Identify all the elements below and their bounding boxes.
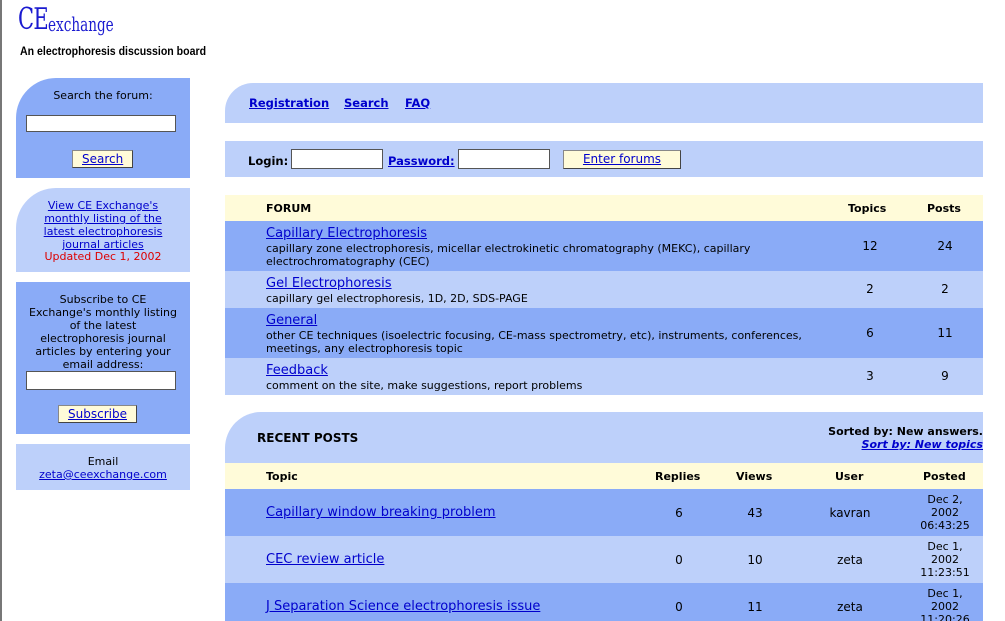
sort-by-new-topics-link[interactable]: Sort by: New topics — [862, 438, 983, 451]
forum-title-link[interactable]: Capillary Electrophoresis — [266, 226, 427, 241]
sorted-by-label: Sorted by: New answers. — [828, 425, 983, 438]
recent-posts-bar: RECENT POSTS Sorted by: New answers. Sor… — [225, 412, 983, 463]
post-topic-link[interactable]: J Separation Science electrophoresis iss… — [266, 599, 540, 614]
nav-registration-link[interactable]: Registration — [249, 96, 329, 110]
email-link[interactable]: zeta@ceexchange.com — [39, 468, 167, 481]
post-views: 11 — [747, 600, 763, 614]
post-views: 43 — [747, 506, 763, 520]
post-user: kavran — [829, 506, 871, 520]
replies-header-label: Replies — [655, 470, 701, 483]
forum-header-label: FORUM — [266, 202, 312, 215]
post-date-year: 2002 — [931, 553, 959, 566]
recent-table-header: Topic Replies Views User Posted — [225, 463, 983, 489]
post-date-time: 06:43:25 — [920, 519, 970, 532]
user-header-label: User — [835, 470, 864, 483]
recent-post-row: CEC review article 0 10 zeta Dec 1, 2002… — [225, 536, 983, 583]
topic-header-label: Topic — [266, 470, 298, 483]
forum-description: capillary zone electrophoresis, micellar… — [266, 242, 751, 268]
post-date-year: 2002 — [931, 506, 959, 519]
forum-row: Feedback comment on the site, make sugge… — [225, 358, 983, 395]
post-replies: 0 — [675, 553, 683, 567]
top-nav-bar: Registration Search FAQ — [225, 83, 983, 123]
forum-row: Gel Electrophoresis capillary gel electr… — [225, 271, 983, 308]
logo-ce-text: CE — [18, 2, 49, 37]
post-date-time: 11:23:51 — [920, 566, 970, 579]
login-input[interactable] — [291, 149, 383, 169]
forum-table-header: FORUM Topics Posts — [225, 195, 983, 221]
post-topic-link[interactable]: CEC review article — [266, 552, 384, 567]
forum-description: capillary gel electrophoresis, 1D, 2D, S… — [266, 292, 528, 305]
login-bar: Login: Password: Enter forums — [225, 141, 983, 177]
forum-posts-count: 9 — [941, 369, 949, 383]
password-input[interactable] — [458, 149, 550, 169]
forum-title-link[interactable]: Feedback — [266, 363, 328, 378]
post-views: 10 — [747, 553, 763, 567]
forum-posts-count: 24 — [937, 239, 953, 253]
forum-title-link[interactable]: Gel Electrophoresis — [266, 276, 392, 291]
post-date: Dec 1, 2002 11:20:26 — [913, 587, 977, 621]
subscribe-button[interactable]: Subscribe — [58, 405, 137, 423]
email-label: Email — [87, 455, 119, 468]
post-date: Dec 2, 2002 06:43:25 — [913, 493, 977, 532]
forum-description: comment on the site, make suggestions, r… — [266, 379, 583, 392]
forum-row: Capillary Electrophoresis capillary zone… — [225, 221, 983, 271]
post-date-day: Dec 1, — [927, 540, 963, 553]
forum-topics-count: 12 — [862, 239, 878, 253]
forum-description: other CE techniques (isoelectric focusin… — [266, 329, 802, 355]
window-frame-edge — [0, 0, 2, 621]
subscribe-text: Subscribe to CE Exchange's monthly listi… — [29, 293, 177, 371]
post-date-day: Dec 1, — [927, 587, 963, 600]
post-user: zeta — [837, 553, 863, 567]
login-label: Login: — [248, 154, 289, 168]
listing-link[interactable]: View CE Exchange's monthly listing of th… — [44, 199, 163, 251]
nav-search-link[interactable]: Search — [344, 96, 389, 110]
forum-topics-count: 3 — [866, 369, 874, 383]
recent-post-row: Capillary window breaking problem 6 43 k… — [225, 489, 983, 536]
page: CE exchange An electrophoresis discussio… — [0, 0, 1005, 621]
enter-forums-button[interactable]: Enter forums — [563, 150, 681, 169]
post-replies: 6 — [675, 506, 683, 520]
post-date-year: 2002 — [931, 600, 959, 613]
password-label-link[interactable]: Password: — [388, 154, 455, 168]
topics-header-label: Topics — [848, 202, 887, 215]
post-date-time: 11:20:26 — [920, 613, 970, 621]
sidebar-subscribe-box: Subscribe to CE Exchange's monthly listi… — [16, 282, 190, 434]
recent-posts-title: RECENT POSTS — [257, 431, 359, 445]
posted-header-label: Posted — [923, 470, 966, 483]
forum-topics-count: 2 — [866, 282, 874, 296]
posts-header-label: Posts — [927, 202, 961, 215]
site-tagline: An electrophoresis discussion board — [20, 44, 207, 58]
post-replies: 0 — [675, 600, 683, 614]
forum-posts-count: 11 — [937, 326, 953, 340]
logo-exchange-text: exchange — [48, 12, 114, 36]
forum-topics-count: 6 — [866, 326, 874, 340]
forum-title-link[interactable]: General — [266, 313, 317, 328]
listing-updated: Updated Dec 1, 2002 — [44, 250, 162, 263]
post-date: Dec 1, 2002 11:23:51 — [913, 540, 977, 579]
sidebar-email-box: Email zeta@ceexchange.com — [16, 444, 190, 490]
search-label: Search the forum: — [53, 89, 153, 102]
nav-faq-link[interactable]: FAQ — [405, 96, 430, 110]
subscribe-email-input[interactable] — [26, 371, 176, 390]
recent-post-row: J Separation Science electrophoresis iss… — [225, 583, 983, 621]
sort-info: Sorted by: New answers. Sort by: New top… — [828, 425, 983, 451]
post-user: zeta — [837, 600, 863, 614]
sidebar-search-input[interactable] — [26, 115, 176, 132]
site-logo[interactable]: CE exchange — [18, 2, 114, 37]
forum-posts-count: 2 — [941, 282, 949, 296]
post-date-day: Dec 2, — [927, 493, 963, 506]
forum-row: General other CE techniques (isoelectric… — [225, 308, 983, 358]
sidebar-search-button[interactable]: Search — [72, 150, 134, 168]
sidebar-search-box: Search the forum: Search — [16, 78, 190, 178]
post-topic-link[interactable]: Capillary window breaking problem — [266, 505, 496, 520]
sidebar-listing-box: View CE Exchange's monthly listing of th… — [16, 188, 190, 272]
views-header-label: Views — [736, 470, 773, 483]
